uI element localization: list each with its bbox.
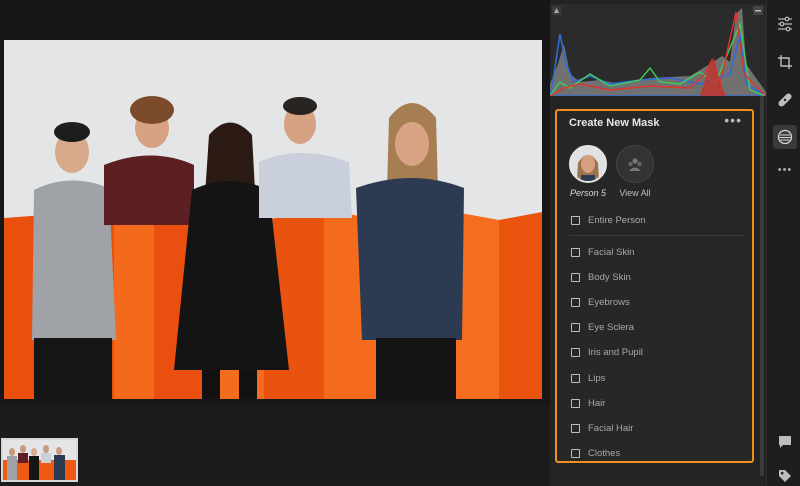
option-label: Lips	[588, 372, 606, 384]
eyebrows-checkbox[interactable]	[571, 297, 580, 307]
histogram	[550, 4, 766, 96]
healing-bandage-icon[interactable]	[773, 88, 797, 112]
person-avatar[interactable]	[569, 145, 607, 183]
facial-hair-checkbox[interactable]	[571, 423, 580, 433]
create-mask-panel: Create New Mask ••• Person 5 View All En…	[555, 109, 754, 463]
mask-more-options-button[interactable]: •••	[724, 112, 742, 128]
hair-checkbox[interactable]	[571, 398, 580, 408]
more-tools-button[interactable]: •••	[773, 158, 797, 182]
option-label: Facial Hair	[588, 422, 634, 434]
option-eyebrows[interactable]: Eyebrows	[571, 295, 630, 309]
iris-and-pupil-checkbox[interactable]	[571, 347, 580, 357]
option-label: Clothes	[588, 447, 621, 459]
divider	[569, 235, 745, 236]
lips-checkbox[interactable]	[571, 373, 580, 383]
right-toolbar: •••	[766, 0, 800, 486]
photo-editor-app: Create New Mask ••• Person 5 View All En…	[0, 0, 800, 486]
option-lips[interactable]: Lips	[571, 371, 605, 385]
body-skin-checkbox[interactable]	[571, 272, 580, 282]
clothes-checkbox[interactable]	[571, 448, 580, 458]
main-photo[interactable]	[4, 40, 542, 399]
option-clothes[interactable]: Clothes	[571, 446, 620, 460]
tag-icon[interactable]	[773, 464, 797, 486]
option-facial-skin[interactable]: Facial Skin	[571, 245, 634, 259]
option-entire-person[interactable]: Entire Person	[571, 213, 646, 227]
eye-sclera-checkbox[interactable]	[571, 322, 580, 332]
edit-sliders-icon[interactable]	[773, 12, 797, 36]
option-label: Iris and Pupil	[588, 346, 643, 358]
facial-skin-checkbox[interactable]	[571, 247, 580, 257]
crop-icon[interactable]	[773, 50, 797, 74]
view-all-label: View All	[619, 188, 651, 198]
person-5-item[interactable]: Person 5	[564, 145, 612, 198]
masking-icon[interactable]	[773, 125, 797, 149]
mask-panel-title: Create New Mask	[569, 117, 660, 129]
option-label: Body Skin	[588, 271, 631, 283]
option-label: Hair	[588, 397, 606, 409]
filmstrip	[0, 404, 550, 486]
photo-canvas[interactable]	[0, 0, 550, 486]
panel-scrollbar[interactable]	[760, 96, 764, 476]
filmstrip-thumbnail[interactable]	[1, 438, 78, 482]
option-body-skin[interactable]: Body Skin	[571, 270, 631, 284]
people-icon[interactable]	[616, 145, 654, 183]
option-facial-hair[interactable]: Facial Hair	[571, 421, 633, 435]
option-label: Eye Sclera	[588, 321, 634, 333]
entire-person-checkbox[interactable]	[571, 215, 580, 225]
person-label: Person 5	[569, 188, 607, 198]
option-hair[interactable]: Hair	[571, 396, 605, 410]
comment-icon[interactable]	[773, 430, 797, 454]
option-label: Eyebrows	[588, 296, 630, 308]
option-label: Entire Person	[588, 214, 646, 226]
option-iris-and-pupil[interactable]: Iris and Pupil	[571, 345, 643, 359]
view-all-item[interactable]: View All	[611, 145, 659, 198]
option-eye-sclera[interactable]: Eye Sclera	[571, 320, 634, 334]
option-label: Facial Skin	[588, 246, 635, 258]
